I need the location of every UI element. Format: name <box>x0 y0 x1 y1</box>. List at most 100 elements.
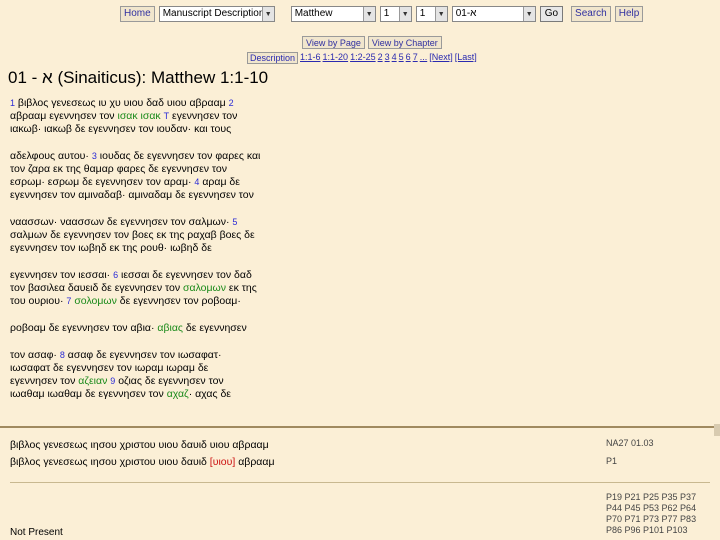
variant-reading: [υιου] <box>209 456 236 468</box>
verse-number[interactable]: 2 <box>229 98 234 108</box>
manuscript-line: ροβοαμ δε εγεννησεν τον αβια· αβιας δε ε… <box>10 322 600 335</box>
highlighted-word[interactable]: αζειαν <box>78 375 107 387</box>
manuscript-line: εγεννησεν τον αμιναδαβ· αμιναδαμ δε εγεν… <box>10 189 600 202</box>
manuscript-line: τον βασιλεα δαυειδ δε εγεννησεν τον σαλο… <box>10 282 600 295</box>
help-button[interactable]: Help <box>614 6 644 22</box>
greek-text: εγεννησεν τον <box>169 110 238 122</box>
comparison-line-p1: βιβλος γενεσεως ιησου χριστου υιου δαυιδ… <box>10 454 275 471</box>
view-by-page-button[interactable]: View by Page <box>302 36 365 49</box>
page-link[interactable]: 2 <box>378 52 383 64</box>
greek-text: οζιας δε εγεννησεν τον <box>115 375 224 387</box>
manuscript-select-value: א-01 <box>455 8 477 19</box>
page-link[interactable]: 1:1-20 <box>323 52 349 64</box>
greek-text: δε εγεννησεν τον ροβοαμ· <box>116 295 241 307</box>
greek-text: εγεννησεν τον ιωβηδ εκ της ρουθ· ιωβηδ δ… <box>10 242 212 254</box>
scrollbar[interactable] <box>714 424 720 436</box>
page-link[interactable]: [Last] <box>455 52 477 64</box>
chapter-select[interactable]: 1 ▼ <box>379 6 412 22</box>
manuscript-line: αδελφους αυτου· 3 ιουδας δε εγεννησεν το… <box>10 150 600 163</box>
greek-text: τον ασαφ· <box>10 349 60 361</box>
comparison-line-na27: βιβλος γενεσεως ιησου χριστου υιου δαυιδ… <box>10 439 269 451</box>
greek-text: ναασσων· ναασσων δε εγεννησεν τον σαλμων… <box>10 216 233 228</box>
comparison-panel: βιβλος γενεσεως ιησου χριστου υιου δαυιδ… <box>10 437 275 471</box>
manuscript-line: εγεννησεν τον ιεσσαι· 6 ιεσσαι δε εγεννη… <box>10 269 600 282</box>
greek-text: εκ της <box>226 282 257 294</box>
papyri-row: P44 P45 P53 P62 P64 <box>606 503 697 513</box>
chevron-down-icon: ▼ <box>398 7 411 21</box>
greek-text: του ουριου· <box>10 295 67 307</box>
manuscript-line: του ουριου· 7 σολομων δε εγεννησεν τον ρ… <box>10 295 600 308</box>
manuscript-line: εγεννησεν τον ιωβηδ εκ της ρουθ· ιωβηδ δ… <box>10 242 600 255</box>
greek-text: ιωαθαμ ιωαθαμ δε εγεννησεν τον <box>10 388 167 400</box>
highlighted-word[interactable]: ισακ ισακ <box>117 110 160 122</box>
page-link[interactable]: [Next] <box>429 52 453 64</box>
page-title: א - 01 (Sinaiticus): Matthew 1:1-10 <box>8 68 269 87</box>
page-link[interactable]: 6 <box>406 52 411 64</box>
description-select[interactable]: Manuscript Descriptions ▼ <box>158 6 275 22</box>
divider <box>10 482 710 483</box>
manuscript-line: ιακωβ· ιακωβ δε εγεννησεν τον ιουδαν· κα… <box>10 123 600 136</box>
highlighted-word[interactable]: αχαζ <box>167 388 189 400</box>
page-link[interactable]: 7 <box>413 52 418 64</box>
view-mode-buttons: View by Page View by Chapter <box>302 36 442 49</box>
page-navigation: Description 1:1-6 1:1-20 1:2-25 2 3 4 5 6 7... [Ne… <box>247 52 477 64</box>
chevron-down-icon: ▼ <box>261 7 274 21</box>
page-link[interactable]: 1:2-25 <box>350 52 376 64</box>
greek-text: ασαφ δε εγεννησεν τον ιωσαφατ· <box>64 349 222 361</box>
greek-text: εσρωμ· εσρωμ δε εγεννησεν τον αραμ· <box>10 176 195 188</box>
manuscript-line: εσρωμ· εσρωμ δε εγεννησεν τον αραμ· 4 αρ… <box>10 176 600 189</box>
search-button[interactable]: Search <box>571 6 611 22</box>
greek-text: βιβλος γενεσεως ιυ χυ υιου δαδ υιου αβρα… <box>15 97 229 109</box>
greek-text: αβρααμ εγεννησεν τον <box>10 110 118 122</box>
verse-select-value: 1 <box>419 8 426 19</box>
greek-text: τον βασιλεα δαυειδ δε εγεννησεν τον <box>10 282 184 294</box>
chevron-down-icon: ▼ <box>434 7 447 21</box>
verse-number[interactable]: 5 <box>232 217 237 227</box>
page-link[interactable]: 3 <box>385 52 390 64</box>
greek-text: ροβοαμ δε εγεννησεν τον αβια· <box>10 322 158 334</box>
not-present-label: Not Present <box>10 527 63 538</box>
source-label-na27: NA27 01.03 <box>606 438 654 448</box>
page-link[interactable]: ... <box>420 52 428 64</box>
papyri-row: P86 P96 P101 P103 <box>606 525 688 535</box>
greek-text: εγεννησεν τον ιεσσαι· <box>10 269 114 281</box>
greek-text: ιουδας δε εγεννησεν τον φαρες και <box>96 150 261 162</box>
greek-text: ιεσσαι δε εγεννησεν τον δαδ <box>118 269 252 281</box>
comparison-text: αβρααμ <box>235 456 275 468</box>
verse-select[interactable]: 1 ▼ <box>415 6 448 22</box>
go-button[interactable]: Go <box>539 6 564 22</box>
page-link[interactable]: 1:1-6 <box>300 52 321 64</box>
book-select-value: Matthew <box>294 8 333 19</box>
greek-text: εγεννησεν τον <box>10 375 79 387</box>
manuscript-line: τον ασαφ· 8 ασαφ δε εγεννησεν τον ιωσαφα… <box>10 349 600 362</box>
comparison-text: βιβλος γενεσεως ιησου χριστου υιου δαυιδ <box>10 456 210 468</box>
greek-text: δε εγεννησεν <box>182 322 247 334</box>
home-button[interactable]: Home <box>120 6 155 22</box>
highlighted-word[interactable]: αβιας <box>157 322 183 334</box>
manuscript-line: τον ζαρα εκ της θαμαρ φαρες δε εγεννησεν… <box>10 163 600 176</box>
manuscript-text: 1 βιβλος γενεσεως ιυ χυ υιου δαδ υιου αβ… <box>10 97 600 401</box>
manuscript-select[interactable]: א-01 ▼ <box>451 6 536 22</box>
greek-text: τον ζαρα εκ της θαμαρ φαρες δε εγεννησεν… <box>10 163 228 175</box>
view-by-chapter-button[interactable]: View by Chapter <box>367 36 442 49</box>
page-link[interactable]: Description <box>247 52 299 64</box>
papyri-row: P70 P71 P73 P77 P83 <box>606 514 697 524</box>
greek-text: · αχας δε <box>188 388 231 400</box>
page-link[interactable]: 4 <box>392 52 397 64</box>
page-link[interactable]: 5 <box>399 52 404 64</box>
greek-text: αραμ δε <box>199 176 240 188</box>
book-select[interactable]: Matthew ▼ <box>290 6 376 22</box>
manuscript-line: σαλμων δε εγεννησεν τον βοες εκ της ραχα… <box>10 229 600 242</box>
greek-text: ιωσαφατ δε εγεννησεν τον ιωραμ ιωραμ δε <box>10 362 209 374</box>
toolbar: Home Manuscript Descriptions ▼ Matthew ▼… <box>120 5 644 23</box>
source-label-p1: P1 <box>606 456 618 466</box>
highlighted-word[interactable]: σαλομων <box>183 282 226 294</box>
papyri-list: P19 P21 P25 P35 P37 P44 P45 P53 P62 P64 P7… <box>606 492 696 536</box>
highlighted-word[interactable]: σολομων <box>74 295 117 307</box>
panel-divider[interactable] <box>0 426 720 428</box>
manuscript-line: ιωσαφατ δε εγεννησεν τον ιωραμ ιωραμ δε <box>10 362 600 375</box>
